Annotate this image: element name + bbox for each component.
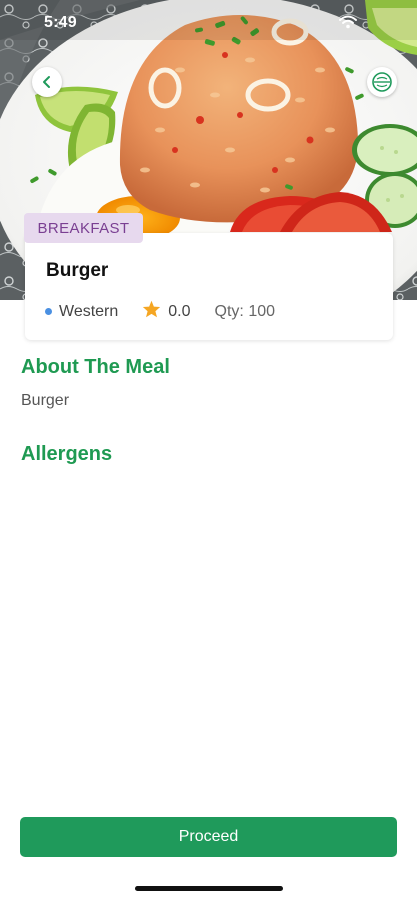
allergens-heading: Allergens <box>21 443 113 465</box>
about-heading: About The Meal <box>21 356 170 378</box>
about-text: Burger <box>21 392 70 409</box>
status-time: 5:49 <box>44 14 77 31</box>
back-button[interactable] <box>32 67 62 97</box>
proceed-button[interactable]: Proceed <box>20 817 397 857</box>
halal-icon <box>371 71 393 93</box>
cuisine-label: Western <box>59 302 119 320</box>
meal-meta-row: Western 0.0 Qty: 100 <box>45 300 275 323</box>
rating-value: 0.0 <box>168 302 191 320</box>
star-icon <box>142 300 161 323</box>
chevron-left-icon <box>41 75 53 89</box>
halal-badge-button[interactable] <box>367 67 397 97</box>
home-indicator <box>135 886 283 891</box>
meal-detail-screen: 5:49 Burger Western 0.0 Qty: 100 BREAKFA… <box>0 0 417 900</box>
dot-icon <box>45 308 52 315</box>
wifi-icon <box>339 15 357 29</box>
rating: 0.0 <box>142 300 191 323</box>
category-tag: BREAKFAST <box>24 213 143 243</box>
meal-info-card: Burger Western 0.0 Qty: 100 <box>25 233 393 340</box>
meal-name: Burger <box>46 260 109 281</box>
quantity-label: Qty: 100 <box>214 302 276 320</box>
status-bar: 5:49 <box>0 0 417 48</box>
